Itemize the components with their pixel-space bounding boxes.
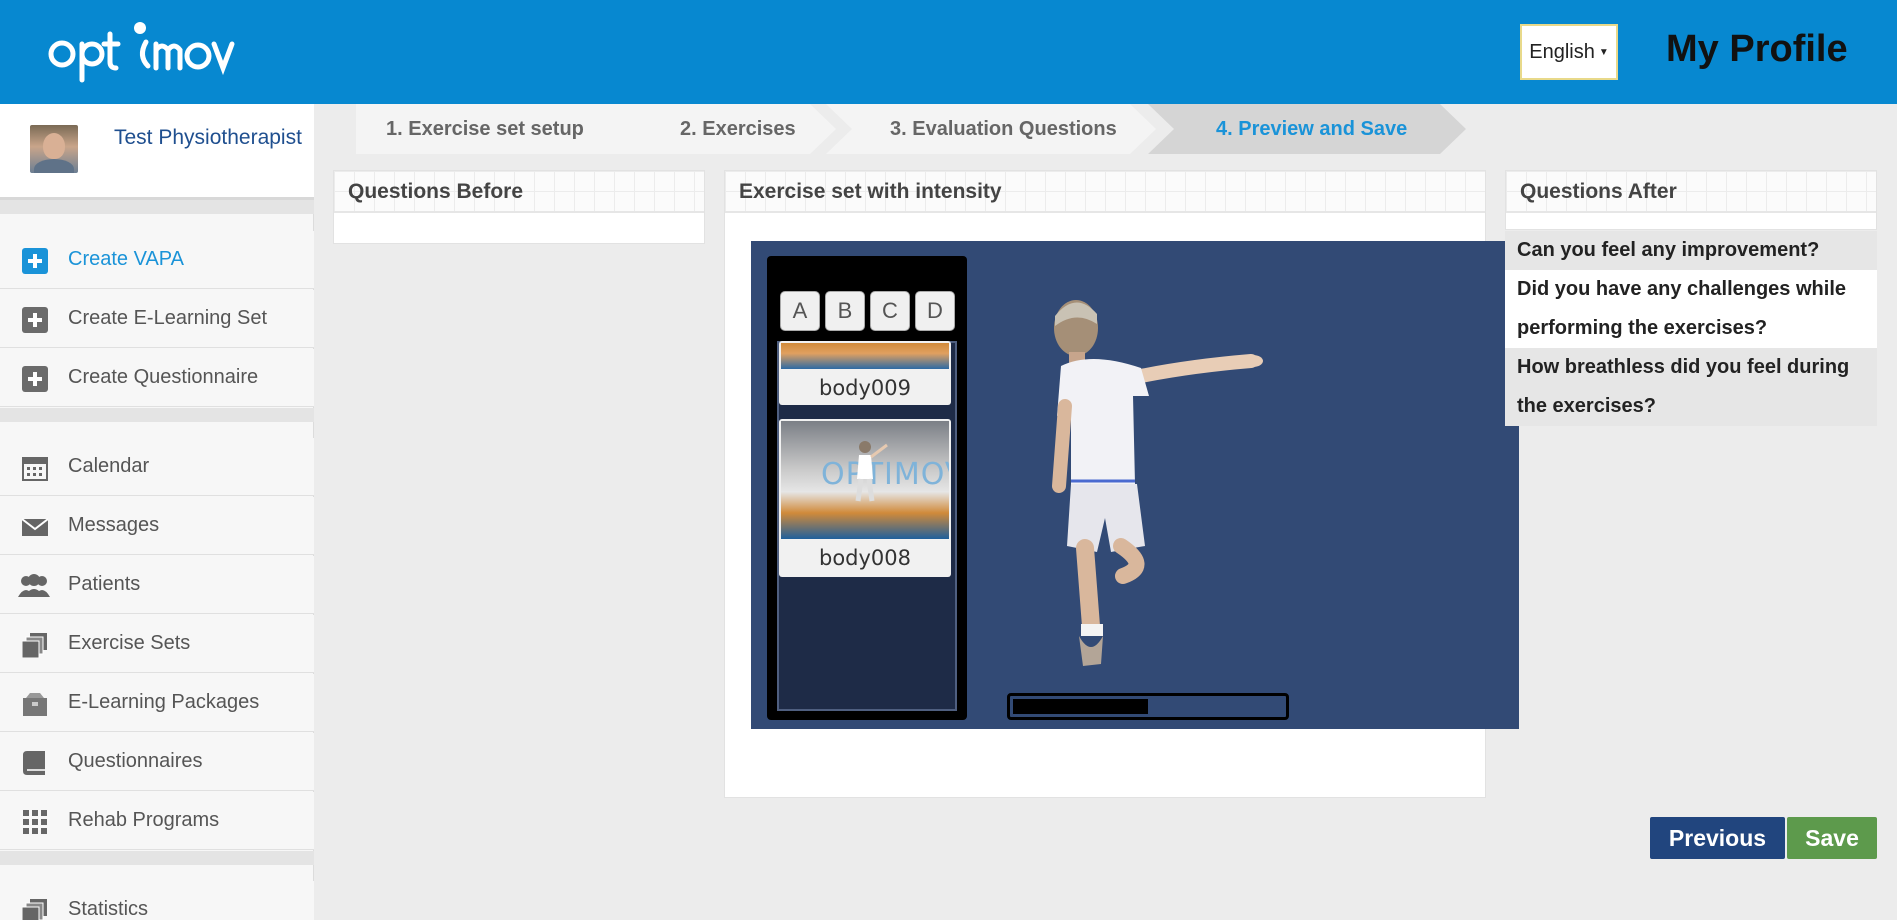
sidebar-item-label: Create Questionnaire	[68, 366, 259, 388]
language-select[interactable]: English ▼	[1520, 24, 1618, 80]
sidebar-item-messages[interactable]: Messages	[0, 497, 314, 555]
list-item: Did you have any challenges while perfor…	[1505, 270, 1877, 348]
book-icon	[22, 750, 48, 776]
sidebar-item-rehab-programs[interactable]: Rehab Programs	[0, 792, 314, 850]
sidebar-item-label: E-Learning Packages	[68, 691, 260, 713]
sidebar-item-patients[interactable]: Patients	[0, 556, 314, 614]
sidebar-divider	[0, 851, 314, 865]
envelope-icon	[22, 514, 48, 540]
sidebar: Test Physiotherapist Create VAPA Create …	[0, 104, 314, 920]
sidebar-item-label: Questionnaires	[68, 750, 203, 772]
avatar	[30, 125, 78, 173]
step-exercise-set-setup[interactable]: 1. Exercise set setup	[356, 104, 644, 154]
sidebar-item-label: Statistics	[68, 898, 149, 920]
plus-square-icon	[22, 307, 48, 333]
sidebar-item-label: Create VAPA	[68, 248, 184, 270]
exercise-label: body009	[818, 376, 912, 400]
stacked-pages-icon	[22, 632, 48, 658]
user-card[interactable]: Test Physiotherapist	[0, 104, 314, 200]
grid-icon	[22, 809, 48, 835]
save-button[interactable]: Save	[1787, 817, 1877, 859]
progress-fill	[1013, 699, 1148, 714]
step-label: 1. Exercise set setup	[386, 117, 584, 140]
sidebar-item-label: Rehab Programs	[68, 809, 220, 831]
stacked-pages-icon	[22, 898, 48, 920]
questions-after-list: Can you feel any improvement? Did you ha…	[1505, 231, 1877, 426]
plus-square-icon	[22, 248, 48, 274]
panel-title: Exercise set with intensity	[725, 171, 1485, 213]
step-evaluation-questions[interactable]: 3. Evaluation Questions	[826, 104, 1156, 154]
sidebar-item-create-questionnaire[interactable]: Create Questionnaire	[0, 349, 314, 407]
panel-title: Questions After	[1506, 171, 1876, 213]
step-exercises[interactable]: 2. Exercises	[616, 104, 836, 154]
sidebar-item-label: Exercise Sets	[68, 632, 191, 654]
sidebar-item-questionnaires[interactable]: Questionnaires	[0, 733, 314, 791]
exercise-thumbnail-image: OPTIMOV	[781, 421, 949, 539]
sidebar-item-exercise-sets[interactable]: Exercise Sets	[0, 615, 314, 673]
package-icon	[22, 691, 48, 717]
exercise-list: A B C D body009 OPTIMOV body008	[767, 256, 967, 720]
figure-icon	[855, 441, 888, 502]
sidebar-divider	[0, 200, 314, 214]
step-label: 3. Evaluation Questions	[890, 117, 1117, 140]
header-bar: English ▼ My Profile	[0, 0, 1897, 104]
sidebar-item-calendar[interactable]: Calendar	[0, 438, 314, 496]
playback-progress-bar[interactable]	[1007, 693, 1289, 720]
previous-button[interactable]: Previous	[1650, 817, 1785, 859]
exercise-label: body008	[818, 546, 912, 570]
sidebar-item-elearning-packages[interactable]: E-Learning Packages	[0, 674, 314, 732]
step-label: 4. Preview and Save	[1216, 117, 1408, 140]
sidebar-item-create-elearning-set[interactable]: Create E-Learning Set	[0, 290, 314, 348]
sidebar-item-label: Messages	[68, 514, 160, 536]
plus-square-icon	[22, 366, 48, 392]
tab-a[interactable]: A	[780, 291, 820, 331]
exercise-thumbnail[interactable]: body009	[779, 341, 951, 405]
step-preview-and-save[interactable]: 4. Preview and Save	[1148, 104, 1466, 154]
tab-d[interactable]: D	[915, 291, 955, 331]
sidebar-item-label: Patients	[68, 573, 141, 595]
sidebar-item-label: Create E-Learning Set	[68, 307, 268, 329]
exercise-thumbnail-image	[781, 343, 949, 369]
chevron-down-icon: ▼	[1598, 46, 1609, 58]
user-name[interactable]: Test Physiotherapist	[114, 124, 304, 152]
sidebar-item-label: Calendar	[68, 455, 150, 477]
sidebar-item-statistics[interactable]: Statistics	[0, 881, 314, 920]
wizard-steps: 1. Exercise set setup 2. Exercises 3. Ev…	[356, 104, 1466, 154]
avatar-3d-figure	[1052, 300, 1263, 666]
list-item: How breathless did you feel during the e…	[1505, 348, 1877, 426]
tab-c[interactable]: C	[870, 291, 910, 331]
panel-title: Questions Before	[334, 171, 704, 213]
sidebar-item-create-vapa[interactable]: Create VAPA	[0, 231, 314, 289]
questions-before-panel: Questions Before	[333, 170, 705, 244]
optimov-logo[interactable]	[48, 22, 253, 88]
list-item: Can you feel any improvement?	[1505, 231, 1877, 270]
calendar-icon	[22, 455, 48, 481]
users-icon	[16, 573, 52, 599]
sidebar-divider	[0, 408, 314, 422]
exercise-thumbnail[interactable]: OPTIMOV body008	[779, 419, 951, 577]
language-value: English	[1529, 40, 1595, 63]
exercise-player[interactable]: A B C D body009 OPTIMOV body008	[751, 241, 1519, 729]
my-profile-link[interactable]: My Profile	[1666, 28, 1848, 71]
questions-after-panel: Questions After	[1505, 170, 1877, 230]
tab-b[interactable]: B	[825, 291, 865, 331]
step-label: 2. Exercises	[680, 117, 796, 140]
